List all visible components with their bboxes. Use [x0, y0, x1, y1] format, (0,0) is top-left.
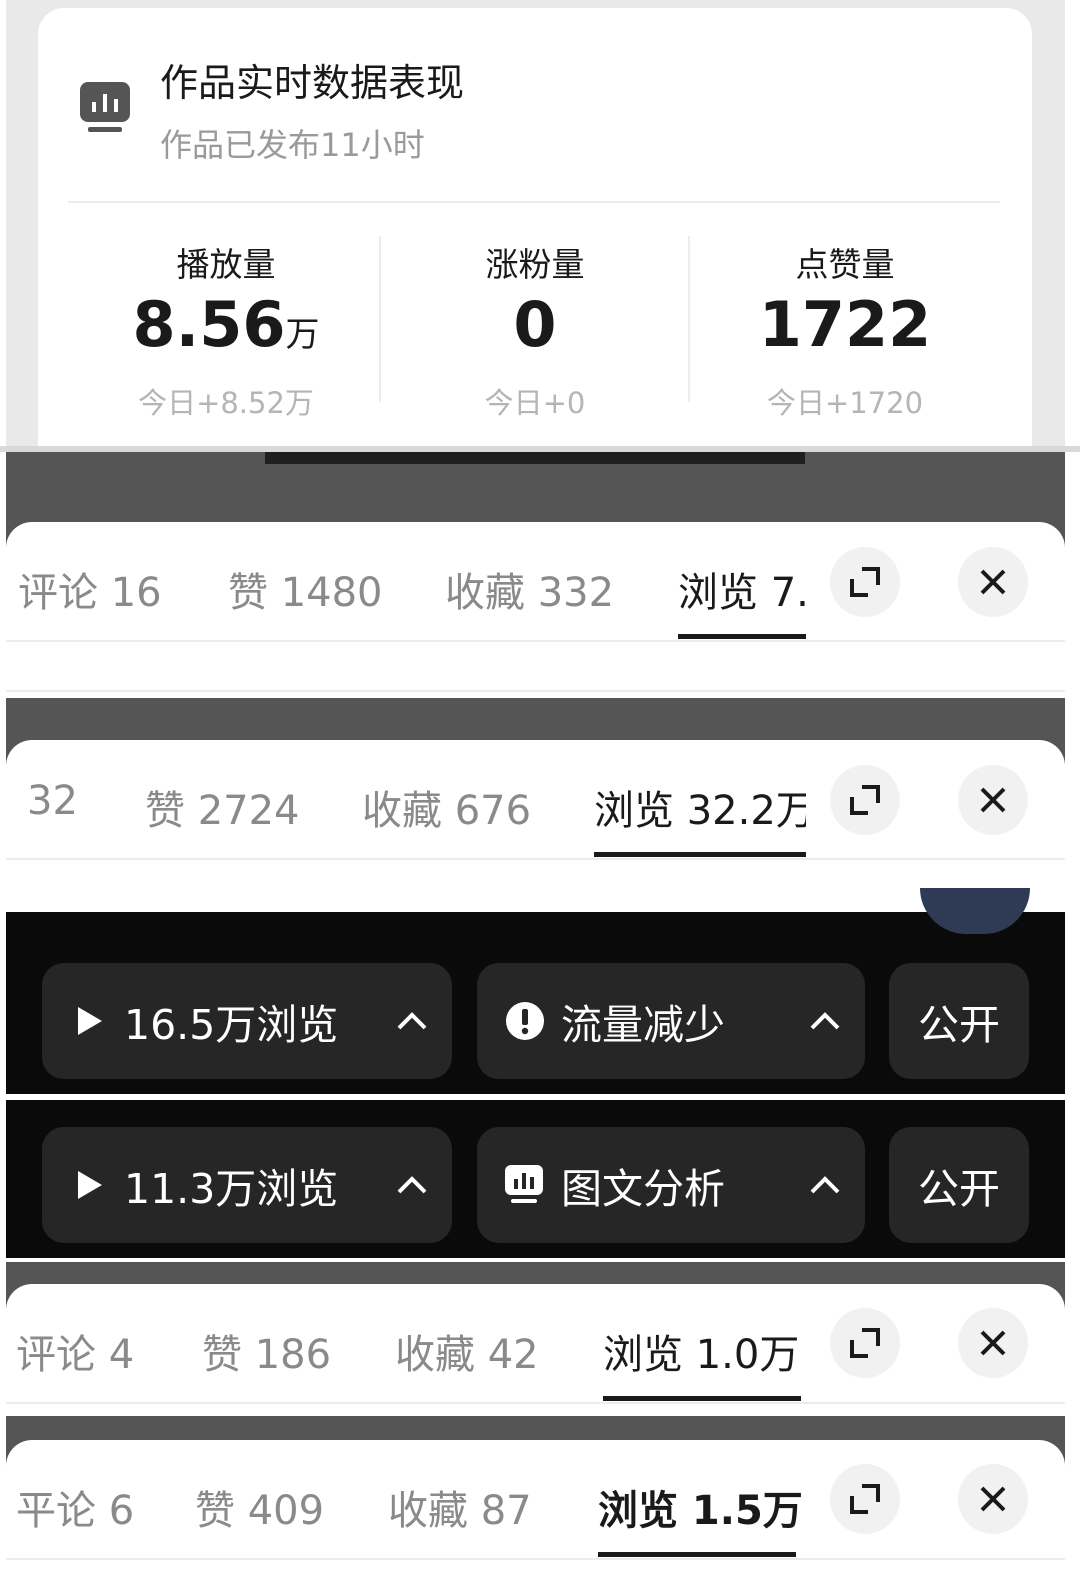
tab-favorites[interactable]: 收藏 42: [395, 1322, 539, 1380]
expand-icon: [850, 785, 880, 815]
expand-button[interactable]: [830, 1308, 900, 1378]
analysis-label: 图文分析: [561, 1165, 725, 1213]
stat-label-plays: 播放量: [176, 245, 276, 284]
active-tab-indicator: [603, 1396, 801, 1401]
analytics-icon: [505, 1165, 543, 1203]
tab-favorites[interactable]: 收藏 676: [362, 778, 531, 836]
chevron-up-icon: [397, 1012, 427, 1030]
chevron-up-icon: [810, 1176, 840, 1194]
stat-number: 8.56: [132, 288, 286, 361]
tab-likes[interactable]: 赞 186: [202, 1322, 331, 1380]
tab-comments[interactable]: 32: [27, 778, 78, 824]
play-icon: [78, 1007, 102, 1035]
stat-today-plays: 今日+8.52万: [138, 386, 314, 420]
active-tab-indicator: [678, 634, 806, 639]
expand-icon: [850, 1328, 880, 1358]
views-button[interactable]: 16.5万浏览: [42, 963, 452, 1079]
stat-label-followers: 涨粉量: [485, 245, 585, 284]
divider: [688, 236, 690, 402]
divider: [68, 201, 1000, 203]
close-icon: [980, 1486, 1006, 1512]
traffic-status: 流量减少: [561, 1001, 725, 1049]
stat-unit: 万: [285, 315, 320, 355]
close-button[interactable]: [958, 765, 1028, 835]
analytics-icon: [80, 82, 130, 132]
tab-likes[interactable]: 赞 409: [195, 1478, 324, 1536]
views-count: 16.5万浏览: [124, 1001, 339, 1049]
traffic-status-button[interactable]: 流量减少: [477, 963, 865, 1079]
close-button[interactable]: [958, 1464, 1028, 1534]
visibility-label: 公开: [918, 1001, 1000, 1049]
close-icon: [980, 787, 1006, 813]
tab-likes[interactable]: 赞 1480: [228, 560, 383, 618]
stat-today-likes: 今日+1720: [766, 386, 924, 420]
stat-value-likes: 1722: [758, 288, 932, 361]
tab-views[interactable]: 浏览 1.0万: [603, 1322, 799, 1380]
tab-views[interactable]: 浏览 1.5万: [598, 1478, 803, 1536]
close-icon: [980, 1330, 1006, 1356]
views-count: 11.3万浏览: [124, 1165, 339, 1213]
visibility-button[interactable]: 公开: [889, 1127, 1029, 1243]
tab-views[interactable]: 浏览 32.2万: [594, 778, 806, 836]
divider: [6, 1402, 1065, 1404]
tab-views[interactable]: 浏览 7.: [678, 560, 806, 618]
tab-likes[interactable]: 赞 2724: [145, 778, 300, 836]
expand-button[interactable]: [830, 1464, 900, 1534]
close-button[interactable]: [958, 547, 1028, 617]
stat-today-followers: 今日+0: [484, 386, 586, 420]
active-tab-indicator: [598, 1552, 796, 1557]
tab-comments[interactable]: 平论 6: [16, 1478, 134, 1536]
divider: [6, 858, 1065, 860]
active-tab-indicator: [594, 852, 806, 857]
divider: [6, 690, 1065, 692]
visibility-label: 公开: [918, 1165, 1000, 1213]
views-button[interactable]: 11.3万浏览: [42, 1127, 452, 1243]
divider: [379, 236, 381, 402]
expand-icon: [850, 1484, 880, 1514]
divider: [6, 640, 1065, 642]
chevron-up-icon: [810, 1012, 840, 1030]
chevron-up-icon: [397, 1176, 427, 1194]
stat-label-likes: 点赞量: [795, 245, 895, 284]
tab-comments[interactable]: 评论 16: [18, 560, 162, 618]
visibility-button[interactable]: 公开: [889, 963, 1029, 1079]
expand-button[interactable]: [830, 547, 900, 617]
video-preview-edge: [265, 452, 805, 464]
analysis-button[interactable]: 图文分析: [477, 1127, 865, 1243]
card-title: 作品实时数据表现: [160, 61, 465, 105]
stat-value-plays: 8.56万: [96, 288, 356, 361]
expand-icon: [850, 567, 880, 597]
divider: [6, 1558, 1065, 1560]
stat-value-followers: 0: [513, 288, 557, 361]
card-subtitle: 作品已发布11小时: [160, 126, 425, 164]
tab-favorites[interactable]: 收藏 87: [388, 1478, 532, 1536]
tab-comments[interactable]: 评论 4: [16, 1322, 134, 1380]
play-icon: [78, 1171, 102, 1199]
close-button[interactable]: [958, 1308, 1028, 1378]
tab-favorites[interactable]: 收藏 332: [445, 560, 614, 618]
expand-button[interactable]: [830, 765, 900, 835]
alert-icon: [506, 1002, 544, 1040]
close-icon: [980, 569, 1006, 595]
